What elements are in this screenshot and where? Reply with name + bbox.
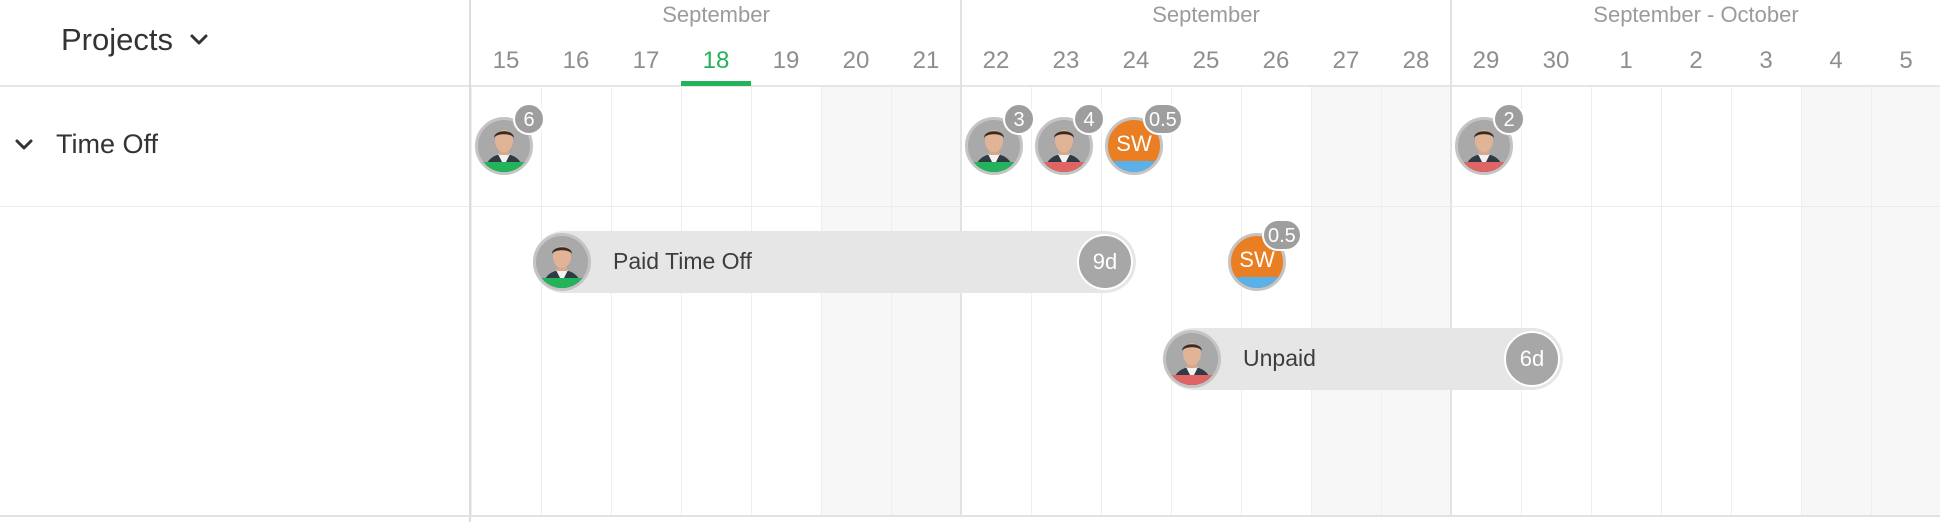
summary-avatar[interactable]: 4 [1035, 103, 1105, 175]
duration-badge: 9d [1077, 234, 1133, 290]
day-column [751, 87, 821, 517]
person-photo-icon [1166, 333, 1218, 385]
left-header: Projects [0, 0, 469, 87]
day-label[interactable]: 5 [1871, 47, 1940, 75]
timeline-header: September 15 16 17 18 19 20 21 September 22 23 24 25… [471, 0, 1940, 87]
day-label[interactable]: 25 [1171, 47, 1241, 75]
day-label[interactable]: 23 [1031, 47, 1101, 75]
count-badge: 2 [1493, 103, 1525, 135]
day-column [821, 87, 891, 517]
day-label[interactable]: 21 [891, 47, 961, 75]
month-label: September [662, 2, 770, 27]
day-label[interactable]: 28 [1381, 47, 1451, 75]
day-column [1241, 87, 1311, 517]
projects-label: Projects [61, 22, 173, 57]
day-label[interactable]: 4 [1801, 47, 1871, 75]
time-off-bar[interactable]: Unpaid 6d [1163, 328, 1563, 390]
group-label: Time Off [56, 129, 159, 159]
day-column [681, 87, 751, 517]
day-label[interactable]: 24 [1101, 47, 1171, 75]
day-label[interactable]: 22 [961, 47, 1031, 75]
chevron-down-icon [190, 34, 208, 45]
summary-avatar[interactable]: 6 [475, 103, 545, 175]
month-label: September [1152, 2, 1260, 27]
schedule-app: Projects Time Off September 15 16 17 18 19 20 2… [0, 0, 1940, 522]
month-label: September - October [1593, 2, 1799, 27]
summary-avatar[interactable]: 2 [1455, 103, 1525, 175]
day-label[interactable]: 20 [821, 47, 891, 75]
sw-time-off-item[interactable]: SW 0.5 [1228, 219, 1302, 291]
day-label[interactable]: 1 [1591, 47, 1661, 75]
day-label[interactable]: 27 [1311, 47, 1381, 75]
person-photo-icon [536, 236, 588, 288]
chevron-down-icon [15, 139, 33, 150]
row-divider [471, 206, 1940, 207]
bar-label: Paid Time Off [613, 248, 752, 274]
person-avatar[interactable] [533, 233, 591, 291]
count-badge: 0.5 [1262, 219, 1302, 251]
count-badge: 6 [513, 103, 545, 135]
day-column [1661, 87, 1731, 517]
day-label[interactable]: 3 [1731, 47, 1801, 75]
week-divider [960, 87, 962, 517]
week-divider [1450, 87, 1452, 517]
count-badge: 4 [1073, 103, 1105, 135]
day-column [1591, 87, 1661, 517]
status-stripe [1231, 277, 1283, 288]
day-column [1171, 87, 1241, 517]
day-column [1801, 87, 1871, 517]
day-column [1311, 87, 1381, 517]
day-column [611, 87, 681, 517]
group-toggle[interactable] [10, 131, 38, 159]
avatar-initials: SW [1116, 131, 1152, 156]
timeline: September 15 16 17 18 19 20 21 September 22 23 24 25… [469, 0, 1940, 522]
summary-avatar[interactable]: SW 0.5 [1105, 103, 1183, 175]
day-label[interactable]: 17 [611, 47, 681, 75]
today-indicator [681, 81, 751, 86]
day-label[interactable]: 19 [751, 47, 821, 75]
timeline-body: 6 3 4 SW 0.5 2 Paid Time Off 9d Unpaid 6d SW 0.5 [471, 87, 1940, 517]
summary-avatar[interactable]: 3 [965, 103, 1035, 175]
day-label[interactable]: 29 [1451, 47, 1521, 75]
bar-label: Unpaid [1243, 345, 1316, 371]
day-column [541, 87, 611, 517]
time-off-bar[interactable]: Paid Time Off 9d [533, 231, 1136, 293]
count-badge: 0.5 [1143, 103, 1183, 135]
day-column [1731, 87, 1801, 517]
duration-badge: 6d [1504, 331, 1560, 387]
projects-dropdown[interactable]: Projects [61, 18, 209, 62]
bottom-divider [0, 515, 1940, 517]
day-label[interactable]: 18 [681, 47, 751, 75]
group-row-time-off: Time Off [0, 87, 469, 207]
day-column [1521, 87, 1591, 517]
day-column [1871, 87, 1940, 517]
person-avatar[interactable] [1163, 330, 1221, 388]
day-label[interactable]: 2 [1661, 47, 1731, 75]
day-label[interactable]: 30 [1521, 47, 1591, 75]
day-column [891, 87, 961, 517]
day-column [1381, 87, 1451, 517]
day-label[interactable]: 15 [471, 47, 541, 75]
status-stripe [1108, 161, 1160, 172]
day-label[interactable]: 26 [1241, 47, 1311, 75]
day-label[interactable]: 16 [541, 47, 611, 75]
count-badge: 3 [1003, 103, 1035, 135]
